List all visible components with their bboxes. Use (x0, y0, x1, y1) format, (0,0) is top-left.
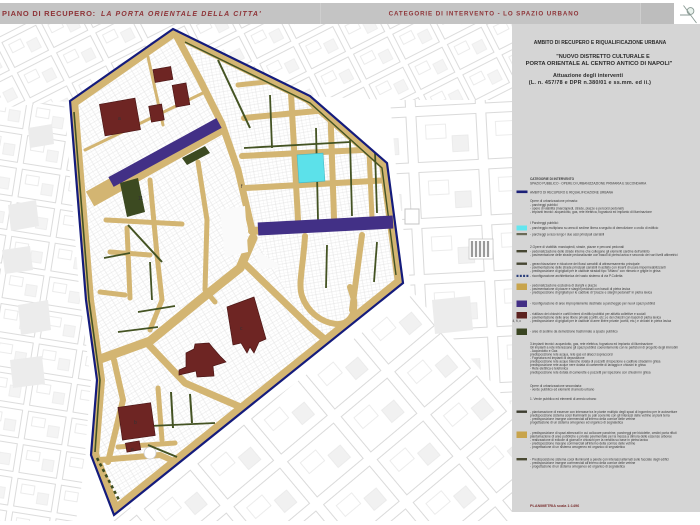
svg-text:a: a (118, 116, 121, 122)
svg-text:I Parcheggi pubblici:: I Parcheggi pubblici: (530, 221, 559, 225)
svg-text:progettazione di un sistema om: progettazione di un sistema omogeneo ed … (530, 421, 623, 425)
svg-text:- parcheggio multipiano su are: - parcheggio multipiano su area di sedim… (530, 226, 659, 230)
svg-text:- predisposizione di grigliat: - predisposizione di grigliati per le ca… (530, 269, 661, 273)
svg-text:- predisposizione di grigliat: - predisposizione di grigliati per le ca… (530, 291, 652, 295)
svg-text:predisposizione rete dotata di: predisposizione rete dotata di camerette… (530, 371, 651, 375)
svg-text:AMBITO DI RECUPERO E RIQUALIFI: AMBITO DI RECUPERO E RIQUALIFICAZIONE UR… (534, 40, 667, 46)
svg-text:PLANIMETRIA scala 1:1496: PLANIMETRIA scala 1:1496 (530, 504, 579, 508)
svg-text:(L. n. 457/78 e DPR n.380/01 e: (L. n. 457/78 e DPR n.380/01 e ss.mm. ed… (529, 80, 651, 86)
svg-text:CATEGORIE DI INTERVENTO - LO S: CATEGORIE DI INTERVENTO - LO SPAZIO URBA… (389, 11, 580, 18)
svg-text:- pavimentazione delle strade: - pavimentazione delle strade pedonalizz… (530, 253, 678, 257)
svg-text:- verde pubblico ed elementi d: - verde pubblico ed elementi di arredo u… (530, 388, 595, 392)
svg-text:4, fi, c: 4, fi, c (513, 319, 522, 323)
svg-text:"NUOVO DISTRETTO CULTURALE E: "NUOVO DISTRETTO CULTURALE E (556, 54, 650, 60)
svg-text:- aree di sedime da demolizion: - aree di sedime da demolizione trasform… (530, 330, 618, 334)
svg-text:- progettazione di un sistema: - progettazione di un sistema omogeneo e… (530, 445, 625, 449)
svg-text:e: e (131, 447, 134, 453)
svg-text:- riconfigurazione architetton: - riconfigurazione architettonica del va… (530, 274, 623, 278)
svg-text:SPAZIO PUBBLICO - OPERE DI URB: SPAZIO PUBBLICO - OPERE DI URBANIZZAZION… (530, 182, 647, 186)
svg-text:1. Verde pubblico ed elementi: 1. Verde pubblico ed elementi di arredo … (530, 397, 597, 401)
svg-text:Attuazione degli interventi: Attuazione degli interventi (553, 73, 623, 79)
svg-text:11: 11 (138, 196, 143, 202)
svg-text:b: b (134, 420, 137, 426)
svg-text:AMBITO DI RECUPERO E RIQUALIFI: AMBITO DI RECUPERO E RIQUALIFICAZIONE UR… (530, 191, 614, 195)
svg-text:CATEGORIE DI INTERVENTO: CATEGORIE DI INTERVENTO (530, 177, 575, 181)
svg-text:- predisposizione di grigliat: - predisposizione di grigliati per le ca… (530, 319, 671, 323)
svg-text:- impianti tecnici: acquedotto: - impianti tecnici: acquedotto, gas, ret… (530, 210, 652, 214)
svg-text:2.Opere di viabilità: marciapi: 2.Opere di viabilità: marciapiedi, strad… (530, 245, 624, 249)
svg-text:- riconfigurazione di aree imp: - riconfigurazione di aree impropriament… (530, 302, 656, 306)
svg-text:PIANO DI RECUPERO:: PIANO DI RECUPERO: (2, 9, 96, 18)
svg-text:LA PORTA ORIENTALE DELLA CITTA: LA PORTA ORIENTALE DELLA CITTA' (101, 11, 262, 18)
svg-text:- progettazione di un sistema: - progettazione di un sistema omogeneo e… (530, 465, 625, 469)
svg-text:PORTA ORIENTALE AL CENTRO ANTI: PORTA ORIENTALE AL CENTRO ANTICO DI NAPO… (526, 61, 673, 67)
svg-text:- parcheggi a raso lungo i due: - parcheggi a raso lungo i due assi prin… (530, 233, 605, 237)
